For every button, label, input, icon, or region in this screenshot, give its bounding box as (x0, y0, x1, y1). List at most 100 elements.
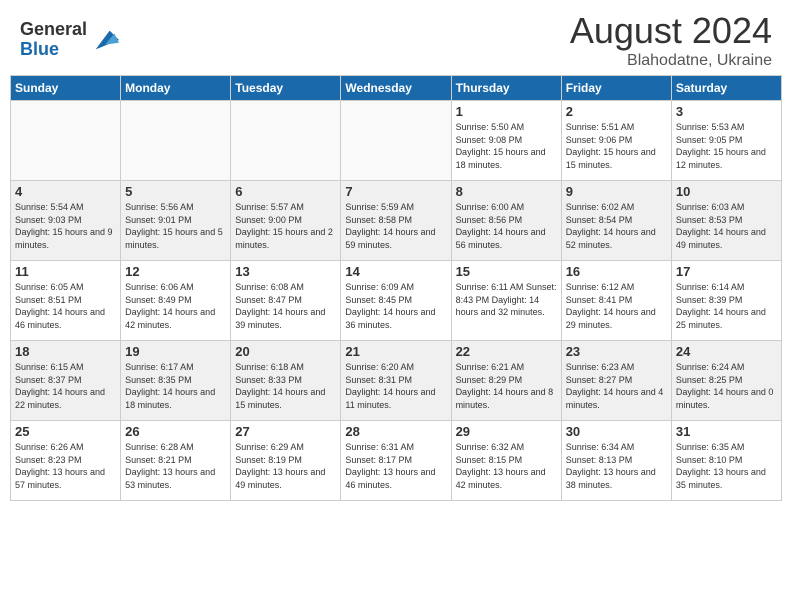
title-block: August 2024 Blahodatne, Ukraine (570, 10, 772, 70)
day-info: Sunrise: 6:20 AM Sunset: 8:31 PM Dayligh… (345, 361, 446, 411)
day-number: 11 (15, 264, 116, 279)
day-info: Sunrise: 5:54 AM Sunset: 9:03 PM Dayligh… (15, 201, 116, 251)
calendar-day-cell: 7 Sunrise: 5:59 AM Sunset: 8:58 PM Daylig… (341, 181, 451, 261)
calendar-day-cell: 19 Sunrise: 6:17 AM Sunset: 8:35 PM Dayli… (121, 341, 231, 421)
day-info: Sunrise: 6:24 AM Sunset: 8:25 PM Dayligh… (676, 361, 777, 411)
day-info: Sunrise: 6:31 AM Sunset: 8:17 PM Dayligh… (345, 441, 446, 491)
calendar-day-cell: 5 Sunrise: 5:56 AM Sunset: 9:01 PM Daylig… (121, 181, 231, 261)
logo-general: General (20, 20, 87, 40)
calendar-day-cell (11, 101, 121, 181)
logo: General Blue (20, 20, 119, 60)
calendar-day-cell: 23Sunrise: 6:23 AM Sunset: 8:27 PM Dayli… (561, 341, 671, 421)
day-number: 14 (345, 264, 446, 279)
day-info: Sunrise: 6:17 AM Sunset: 8:35 PM Dayligh… (125, 361, 226, 411)
calendar-week-row: 25 Sunrise: 6:26 AM Sunset: 8:23 PM Dayli… (11, 421, 782, 501)
logo-icon (91, 26, 119, 54)
day-info: Sunrise: 6:34 AM Sunset: 8:13 PM Dayligh… (566, 441, 667, 491)
calendar-day-cell: 8 Sunrise: 6:00 AM Sunset: 8:56 PM Daylig… (451, 181, 561, 261)
calendar-day-cell: 10 Sunrise: 6:03 AM Sunset: 8:53 PM Dayli… (671, 181, 781, 261)
calendar-day-cell: 31Sunrise: 6:35 AM Sunset: 8:10 PM Dayli… (671, 421, 781, 501)
day-info: Sunrise: 5:51 AM Sunset: 9:06 PM Dayligh… (566, 121, 667, 171)
sub-title: Blahodatne, Ukraine (570, 52, 772, 70)
day-number: 10 (676, 184, 777, 199)
calendar-week-row: 4 Sunrise: 5:54 AM Sunset: 9:03 PM Daylig… (11, 181, 782, 261)
day-number: 25 (15, 424, 116, 439)
day-info: Sunrise: 6:05 AM Sunset: 8:51 PM Dayligh… (15, 281, 116, 331)
day-number: 8 (456, 184, 557, 199)
calendar-header-row: SundayMondayTuesdayWednesdayThursdayFrid… (11, 76, 782, 101)
day-info: Sunrise: 6:32 AM Sunset: 8:15 PM Dayligh… (456, 441, 557, 491)
day-info: Sunrise: 6:03 AM Sunset: 8:53 PM Dayligh… (676, 201, 777, 251)
day-info: Sunrise: 5:50 AM Sunset: 9:08 PM Dayligh… (456, 121, 557, 171)
day-of-week-header: Saturday (671, 76, 781, 101)
calendar-day-cell: 28 Sunrise: 6:31 AM Sunset: 8:17 PM Dayli… (341, 421, 451, 501)
day-info: Sunrise: 6:06 AM Sunset: 8:49 PM Dayligh… (125, 281, 226, 331)
calendar-day-cell: 2 Sunrise: 5:51 AM Sunset: 9:06 PM Daylig… (561, 101, 671, 181)
logo-blue: Blue (20, 40, 87, 60)
calendar-day-cell: 9Sunrise: 6:02 AM Sunset: 8:54 PM Daylig… (561, 181, 671, 261)
calendar-day-cell (121, 101, 231, 181)
day-number: 6 (235, 184, 336, 199)
day-info: Sunrise: 6:14 AM Sunset: 8:39 PM Dayligh… (676, 281, 777, 331)
calendar-day-cell: 18 Sunrise: 6:15 AM Sunset: 8:37 PM Dayli… (11, 341, 121, 421)
day-info: Sunrise: 6:26 AM Sunset: 8:23 PM Dayligh… (15, 441, 116, 491)
day-number: 18 (15, 344, 116, 359)
day-info: Sunrise: 5:53 AM Sunset: 9:05 PM Dayligh… (676, 121, 777, 171)
calendar-day-cell: 21 Sunrise: 6:20 AM Sunset: 8:31 PM Dayli… (341, 341, 451, 421)
calendar-day-cell: 11 Sunrise: 6:05 AM Sunset: 8:51 PM Dayli… (11, 261, 121, 341)
day-info: Sunrise: 6:18 AM Sunset: 8:33 PM Dayligh… (235, 361, 336, 411)
calendar-day-cell: 17Sunrise: 6:14 AM Sunset: 8:39 PM Dayli… (671, 261, 781, 341)
day-number: 27 (235, 424, 336, 439)
day-of-week-header: Monday (121, 76, 231, 101)
day-number: 30 (566, 424, 667, 439)
day-info: Sunrise: 6:29 AM Sunset: 8:19 PM Dayligh… (235, 441, 336, 491)
day-of-week-header: Sunday (11, 76, 121, 101)
day-number: 22 (456, 344, 557, 359)
day-number: 24 (676, 344, 777, 359)
calendar-day-cell (341, 101, 451, 181)
main-title: August 2024 (570, 10, 772, 52)
calendar-day-cell: 15 Sunrise: 6:11 AM Sunset: 8:43 PM Dayli… (451, 261, 561, 341)
calendar-day-cell: 16Sunrise: 6:12 AM Sunset: 8:41 PM Dayli… (561, 261, 671, 341)
day-info: Sunrise: 6:11 AM Sunset: 8:43 PM Dayligh… (456, 281, 557, 319)
day-number: 3 (676, 104, 777, 119)
day-info: Sunrise: 6:00 AM Sunset: 8:56 PM Dayligh… (456, 201, 557, 251)
calendar-day-cell: 20Sunrise: 6:18 AM Sunset: 8:33 PM Dayli… (231, 341, 341, 421)
day-number: 21 (345, 344, 446, 359)
day-number: 28 (345, 424, 446, 439)
day-info: Sunrise: 6:15 AM Sunset: 8:37 PM Dayligh… (15, 361, 116, 411)
day-info: Sunrise: 6:12 AM Sunset: 8:41 PM Dayligh… (566, 281, 667, 331)
day-info: Sunrise: 6:08 AM Sunset: 8:47 PM Dayligh… (235, 281, 336, 331)
calendar-table: SundayMondayTuesdayWednesdayThursdayFrid… (10, 75, 782, 501)
page-header: General Blue August 2024 Blahodatne, Ukr… (0, 0, 792, 75)
day-info: Sunrise: 6:28 AM Sunset: 8:21 PM Dayligh… (125, 441, 226, 491)
day-number: 31 (676, 424, 777, 439)
day-info: Sunrise: 5:57 AM Sunset: 9:00 PM Dayligh… (235, 201, 336, 251)
logo-text: General Blue (20, 20, 87, 60)
day-number: 23 (566, 344, 667, 359)
day-info: Sunrise: 6:09 AM Sunset: 8:45 PM Dayligh… (345, 281, 446, 331)
day-number: 19 (125, 344, 226, 359)
day-info: Sunrise: 5:56 AM Sunset: 9:01 PM Dayligh… (125, 201, 226, 251)
day-number: 7 (345, 184, 446, 199)
day-info: Sunrise: 5:59 AM Sunset: 8:58 PM Dayligh… (345, 201, 446, 251)
day-number: 15 (456, 264, 557, 279)
calendar-day-cell: 1Sunrise: 5:50 AM Sunset: 9:08 PM Daylig… (451, 101, 561, 181)
calendar-day-cell: 27 Sunrise: 6:29 AM Sunset: 8:19 PM Dayli… (231, 421, 341, 501)
day-info: Sunrise: 6:02 AM Sunset: 8:54 PM Dayligh… (566, 201, 667, 251)
day-of-week-header: Thursday (451, 76, 561, 101)
calendar-week-row: 18 Sunrise: 6:15 AM Sunset: 8:37 PM Dayli… (11, 341, 782, 421)
day-number: 5 (125, 184, 226, 199)
day-number: 2 (566, 104, 667, 119)
calendar-day-cell: 14 Sunrise: 6:09 AM Sunset: 8:45 PM Dayli… (341, 261, 451, 341)
calendar-day-cell: 4 Sunrise: 5:54 AM Sunset: 9:03 PM Daylig… (11, 181, 121, 261)
calendar-day-cell: 13Sunrise: 6:08 AM Sunset: 8:47 PM Dayli… (231, 261, 341, 341)
day-info: Sunrise: 6:21 AM Sunset: 8:29 PM Dayligh… (456, 361, 557, 411)
calendar-week-row: 11 Sunrise: 6:05 AM Sunset: 8:51 PM Dayli… (11, 261, 782, 341)
day-of-week-header: Wednesday (341, 76, 451, 101)
calendar-day-cell: 22 Sunrise: 6:21 AM Sunset: 8:29 PM Dayli… (451, 341, 561, 421)
day-number: 4 (15, 184, 116, 199)
day-number: 26 (125, 424, 226, 439)
day-number: 29 (456, 424, 557, 439)
calendar-day-cell: 29 Sunrise: 6:32 AM Sunset: 8:15 PM Dayli… (451, 421, 561, 501)
